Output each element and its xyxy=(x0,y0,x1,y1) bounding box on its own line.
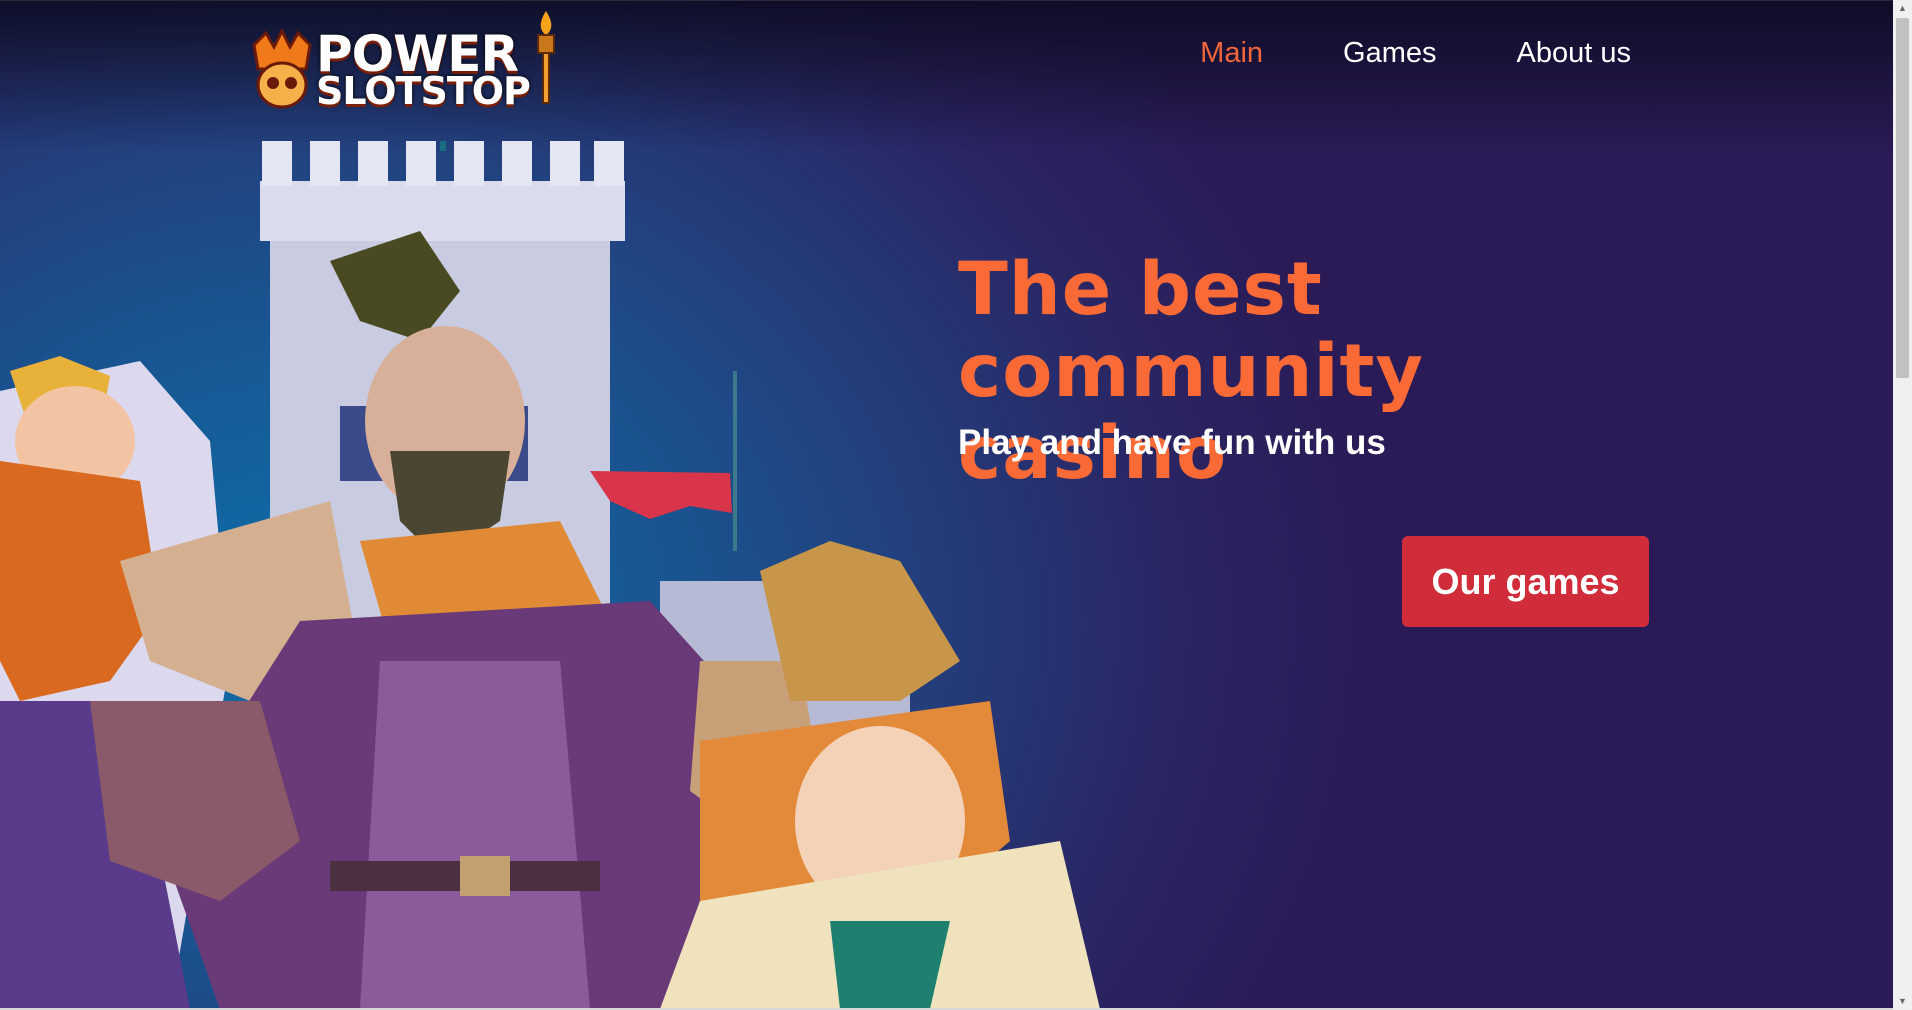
hero-subtitle: Play and have fun with us xyxy=(958,423,1386,462)
logo-text-slotstop: SLOTSTOP xyxy=(316,69,531,113)
torch-icon xyxy=(537,11,555,104)
vertical-scrollbar[interactable]: ▲ ▼ xyxy=(1893,0,1912,1010)
scroll-down-icon[interactable]: ▼ xyxy=(1893,993,1912,1010)
hero-illustration xyxy=(0,141,1100,1009)
scroll-thumb[interactable] xyxy=(1896,18,1909,378)
nav-item-about-us[interactable]: About us xyxy=(1517,37,1631,70)
crown-skull-icon xyxy=(252,29,312,109)
main-nav: Main Games About us xyxy=(1200,37,1631,70)
nav-item-games[interactable]: Games xyxy=(1343,37,1436,70)
brand-logo[interactable]: POWER SLOTSTOP xyxy=(244,7,564,113)
page-viewport: POWER SLOTSTOP Main Games About us The b… xyxy=(0,0,1893,1009)
nav-item-main[interactable]: Main xyxy=(1200,37,1263,70)
flag xyxy=(590,371,737,551)
scroll-up-icon[interactable]: ▲ xyxy=(1893,0,1912,17)
our-games-button[interactable]: Our games xyxy=(1402,536,1649,627)
